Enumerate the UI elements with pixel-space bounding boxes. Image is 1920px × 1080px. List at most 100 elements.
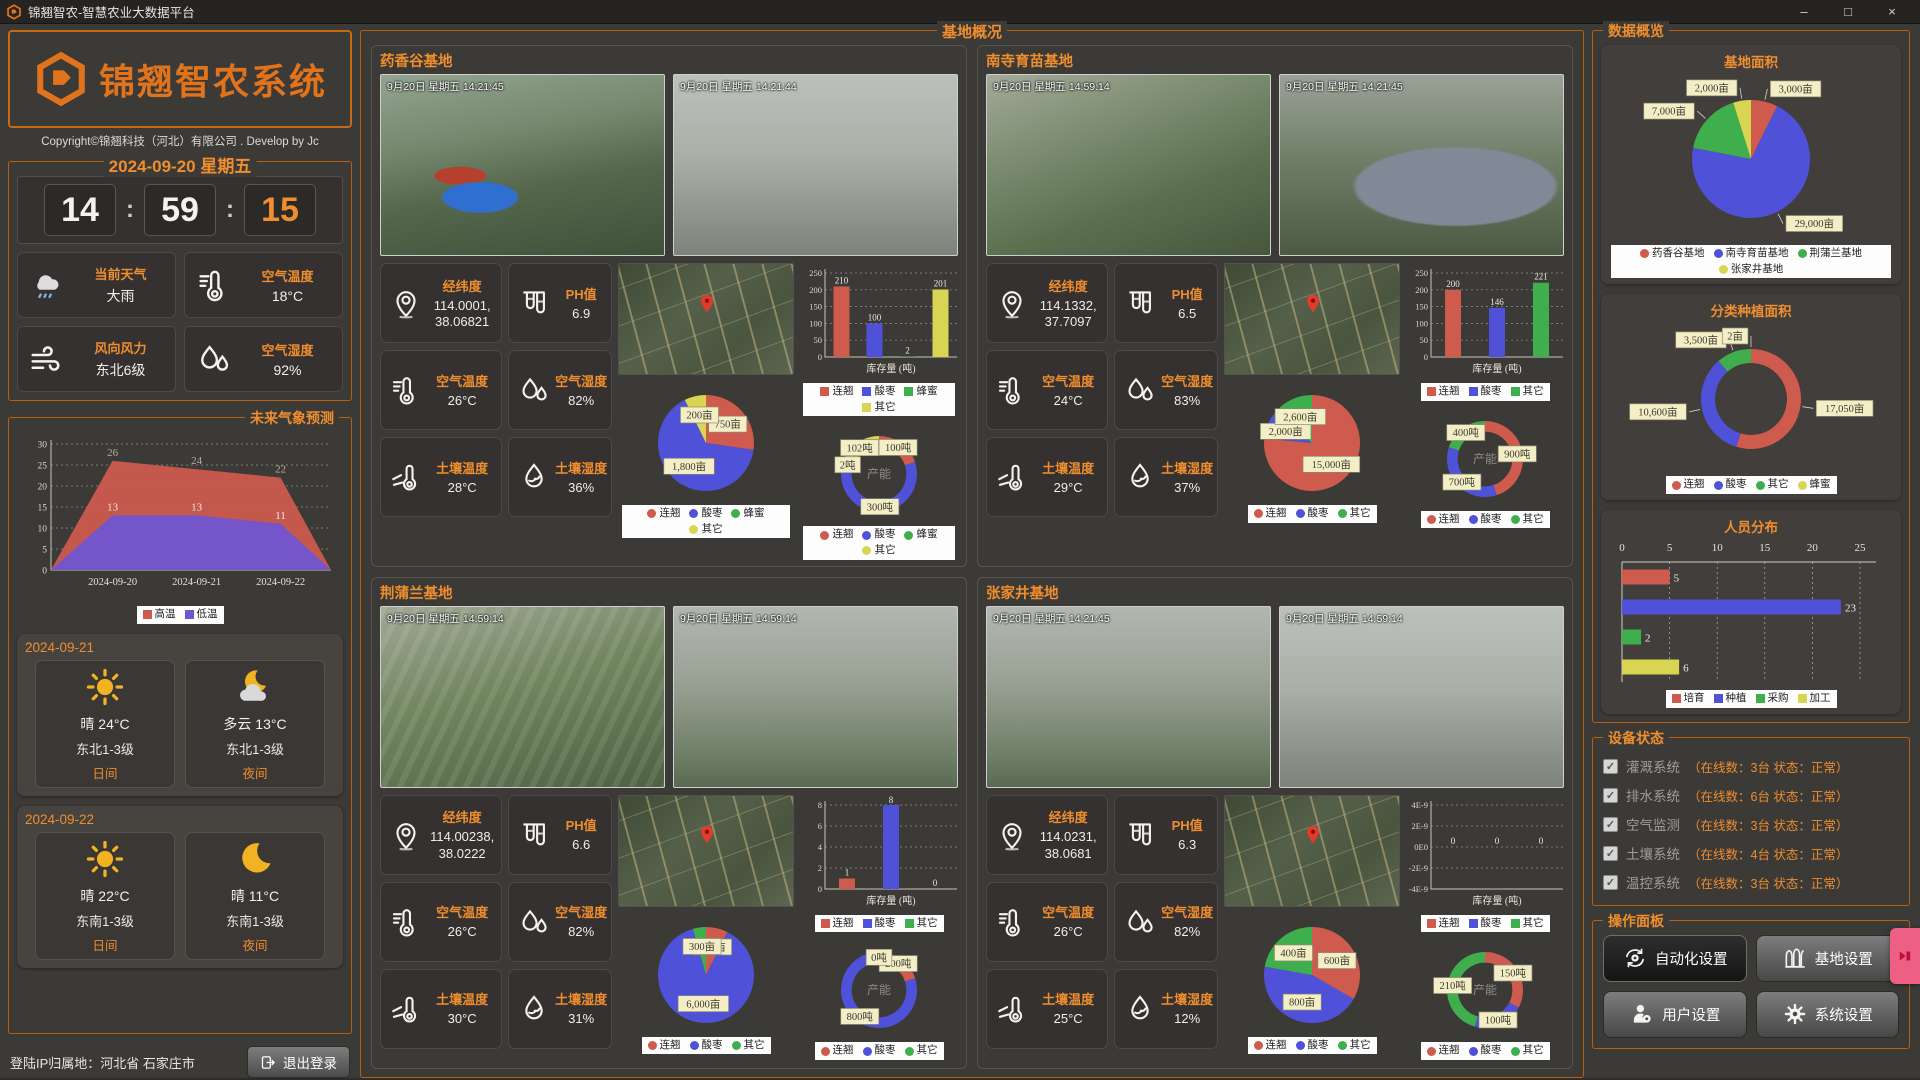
- ops-button[interactable]: 基地设置: [1756, 935, 1900, 982]
- camera-timestamp: 9月20日 星期五 14:59:14: [1286, 611, 1403, 626]
- base-panel: 药香谷基地 9月20日 星期五 14:21:45 9月20日 星期五 14:21…: [371, 45, 967, 567]
- minimize-button[interactable]: –: [1782, 4, 1826, 19]
- legend-item: 高温: [143, 608, 176, 622]
- device-checkbox[interactable]: [1603, 846, 1618, 861]
- inventory-bar-chart: 0501001502002502101002201库存量 (吨)连翘酸枣蜂蜜其它: [800, 263, 958, 416]
- forecast-period-card: 晴 11°C 东南1-3级 夜间: [185, 832, 325, 960]
- sensor-grid: 经纬度 114.1332, 37.7097 PH值 6.5: [986, 263, 1218, 560]
- ops-button[interactable]: 系统设置: [1756, 991, 1900, 1038]
- sensor-icon: [1123, 818, 1157, 852]
- ops-button[interactable]: 用户设置: [1603, 991, 1747, 1038]
- sensor-label: 经纬度: [1049, 276, 1088, 295]
- sensor-label: 土壤温度: [1042, 989, 1094, 1008]
- svg-text:11: 11: [275, 510, 286, 522]
- sensor-card: 空气温度 24°C: [986, 350, 1108, 430]
- sensor-icon: [1123, 905, 1157, 939]
- sensor-value: 6.6: [572, 837, 590, 853]
- device-checkbox[interactable]: [1603, 875, 1618, 890]
- legend-item: 蜂蜜: [904, 385, 937, 399]
- camera-feed[interactable]: 9月20日 星期五 14:21:45: [380, 74, 665, 256]
- forecast-day-card: 2024-09-21 晴 24°C 东北1-3级 日间: [17, 634, 343, 796]
- chart-legend: 连翘酸枣其它: [815, 915, 944, 933]
- ops-button-label: 系统设置: [1815, 1004, 1873, 1025]
- camera-timestamp: 9月20日 星期五 14:21:45: [1286, 79, 1403, 94]
- close-button[interactable]: ×: [1870, 4, 1914, 19]
- chart-legend: 高温低温: [137, 606, 224, 624]
- legend-item: 南寺育苗基地: [1714, 247, 1789, 261]
- camera-feed[interactable]: 9月20日 星期五 14:59:14: [986, 74, 1271, 256]
- device-checkbox[interactable]: [1603, 817, 1618, 832]
- sensor-value: 37%: [1174, 480, 1200, 496]
- svg-text:400亩: 400亩: [1280, 946, 1306, 959]
- sensor-value: 28°C: [448, 480, 477, 496]
- floating-widget[interactable]: [1890, 928, 1920, 984]
- device-checkbox[interactable]: [1603, 788, 1618, 803]
- sensor-value: 114.00238, 38.0222: [429, 829, 495, 862]
- svg-text:5: 5: [42, 546, 47, 556]
- device-checkbox[interactable]: [1603, 759, 1618, 774]
- weather-label: 当前天气: [94, 264, 146, 283]
- svg-text:产能: 产能: [867, 983, 891, 997]
- sensor-icon: [995, 905, 1029, 939]
- chart-legend: 连翘酸枣蜂蜜其它: [803, 526, 955, 559]
- svg-text:产能: 产能: [1473, 452, 1497, 466]
- legend-item: 张家井基地: [1719, 263, 1784, 277]
- legend-item: 其它: [905, 917, 938, 931]
- svg-text:5: 5: [1674, 572, 1680, 584]
- legend-item: 其它: [1511, 917, 1544, 931]
- inventory-bar-chart: 050100150200250200146221库存量 (吨)连翘酸枣其它: [1406, 263, 1564, 401]
- ops-button[interactable]: 自动化设置: [1603, 935, 1747, 982]
- chart-legend: 连翘酸枣其它: [1421, 915, 1550, 933]
- logout-button[interactable]: 退出登录: [247, 1046, 350, 1078]
- camera-feed[interactable]: 9月20日 星期五 14:59:14: [673, 606, 958, 788]
- camera-feed[interactable]: 9月20日 星期五 14:59:14: [380, 606, 665, 788]
- sensor-label: 空气湿度: [555, 902, 607, 921]
- chart-canvas: 050100150200250200146221库存量 (吨): [1401, 263, 1569, 381]
- operations-panel: 操作面板 自动化设置 基地设置 用户设置: [1592, 920, 1910, 1049]
- map-thumbnail[interactable]: [618, 263, 794, 375]
- svg-text:24: 24: [191, 455, 203, 467]
- svg-text:0: 0: [1424, 352, 1428, 362]
- legend-item: 酸枣: [1469, 513, 1502, 527]
- camera-feed[interactable]: 9月20日 星期五 14:59:14: [1279, 606, 1564, 788]
- device-row: 空气监测 （在线数：3台 状态：正常）: [1603, 810, 1899, 839]
- sensor-label: 空气温度: [436, 902, 488, 921]
- sensor-card: 土壤湿度 37%: [1114, 437, 1218, 517]
- sensor-value: 6.5: [1178, 306, 1196, 322]
- chart-legend: 连翘酸枣其它: [815, 1042, 944, 1060]
- camera-feed[interactable]: 9月20日 星期五 14:21:44: [673, 74, 958, 256]
- legend-item: 酸枣: [1469, 917, 1502, 931]
- map-thumbnail[interactable]: [618, 795, 794, 907]
- bases-overview-title: 基地概况: [937, 21, 1007, 42]
- svg-text:15,000亩: 15,000亩: [1312, 458, 1351, 471]
- svg-text:2E-9: 2E-9: [1411, 821, 1428, 831]
- legend-item: 连翘: [1427, 917, 1460, 931]
- sensor-label: 空气湿度: [1161, 371, 1213, 390]
- map-thumbnail[interactable]: [1224, 795, 1400, 907]
- camera-feed[interactable]: 9月20日 星期五 14:21:45: [986, 606, 1271, 788]
- data-overview-title: 数据概览: [1603, 21, 1669, 41]
- svg-text:150吨: 150吨: [1500, 967, 1527, 980]
- svg-text:1,800亩: 1,800亩: [672, 460, 706, 473]
- forecast-weather-icon: [83, 837, 127, 881]
- sensor-icon: [995, 818, 1029, 852]
- camera-row: 9月20日 星期五 14:59:14 9月20日 星期五 14:59:14: [380, 606, 958, 788]
- device-status-title: 设备状态: [1603, 728, 1669, 748]
- svg-text:0: 0: [1619, 542, 1625, 554]
- sensor-card: PH值 6.9: [508, 263, 612, 343]
- forecast-period-tag: 日间: [92, 763, 117, 782]
- device-row: 温控系统 （在线数：3台 状态：正常）: [1603, 868, 1899, 897]
- svg-text:800亩: 800亩: [1289, 995, 1315, 1008]
- forecast-condition: 晴 24°C: [80, 714, 129, 734]
- forecast-condition: 晴 22°C: [80, 886, 129, 906]
- legend-item: 低温: [185, 608, 218, 622]
- capacity-donut-chart: 产能200吨800吨0吨连翘酸枣其它: [800, 938, 958, 1060]
- maximize-button[interactable]: □: [1826, 4, 1870, 19]
- map-pin-icon: [1302, 293, 1324, 315]
- camera-timestamp: 9月20日 星期五 14:21:45: [387, 79, 504, 94]
- sensor-icon: [389, 905, 423, 939]
- svg-text:0: 0: [933, 878, 938, 888]
- map-thumbnail[interactable]: [1224, 263, 1400, 375]
- camera-feed[interactable]: 9月20日 星期五 14:21:45: [1279, 74, 1564, 256]
- chart-canvas: 750亩1,800亩200亩: [623, 381, 789, 503]
